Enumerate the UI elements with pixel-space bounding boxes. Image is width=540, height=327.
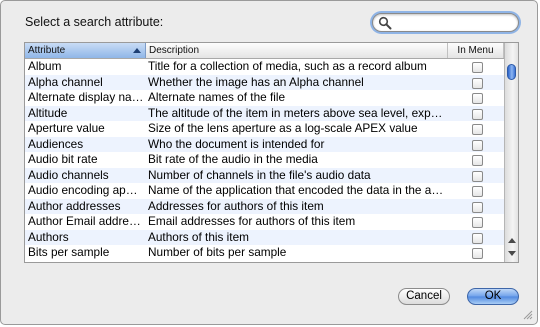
table-row[interactable]: Aperture value Size of the lens aperture … — [25, 121, 504, 137]
attribute-name: Audio encoding appl… — [28, 183, 144, 197]
attribute-name: Author Email addresses — [28, 214, 144, 228]
attribute-name: Bits per sample — [28, 245, 110, 259]
table-body: Album Title for a collection of media, su… — [25, 59, 504, 261]
cancel-button[interactable]: Cancel — [398, 288, 450, 305]
in-menu-checkbox[interactable] — [472, 108, 483, 120]
search-attribute-dialog: Select a search attribute: Attribute Des… — [0, 0, 538, 325]
table-row[interactable]: Audio channels Number of channels in the … — [25, 167, 504, 183]
search-input[interactable] — [393, 15, 513, 30]
attribute-name: Album — [28, 59, 62, 73]
attribute-description: Addresses for authors of this item — [148, 198, 324, 213]
attribute-description: Name of the application that encoded the… — [148, 183, 445, 197]
attribute-description: Alternate names of the file — [148, 90, 286, 104]
attribute-description: Authors of this item — [148, 229, 249, 244]
column-header-description-label: Description — [149, 45, 200, 56]
in-menu-checkbox[interactable] — [472, 170, 483, 182]
attribute-name: Authors — [28, 229, 69, 244]
in-menu-checkbox[interactable] — [472, 93, 483, 104]
table-header: Attribute Description In Menu — [25, 43, 504, 59]
sort-ascending-icon — [133, 48, 141, 53]
attribute-description: Who the document is intended for — [148, 136, 325, 151]
ok-button[interactable]: OK — [467, 288, 519, 305]
attribute-name: Author addresses — [28, 198, 121, 213]
table-row[interactable]: Audiences Who the document is intended fo… — [25, 136, 504, 152]
dialog-prompt: Select a search attribute: — [25, 15, 164, 29]
attribute-description: Number of channels in the file's audio d… — [148, 167, 371, 182]
table-row[interactable]: Alpha channel Whether the image has an Al… — [25, 74, 504, 90]
attribute-name: Altitude — [28, 105, 68, 120]
in-menu-checkbox[interactable] — [472, 232, 483, 244]
vertical-scrollbar[interactable] — [504, 43, 518, 262]
column-header-in-menu-label: In Menu — [457, 45, 494, 56]
attribute-name: Alternate display na… — [28, 90, 144, 104]
table-row[interactable]: Audio encoding appl… Name of the applicat… — [25, 183, 504, 199]
table-row[interactable]: Author Email addresses Email addresses fo… — [25, 214, 504, 230]
in-menu-checkbox[interactable] — [472, 155, 483, 166]
column-header-attribute-label: Attribute — [28, 45, 66, 56]
in-menu-checkbox[interactable] — [472, 139, 483, 151]
in-menu-checkbox[interactable] — [472, 186, 483, 197]
in-menu-checkbox[interactable] — [472, 124, 483, 135]
attribute-description: The altitude of the item in meters above… — [148, 105, 445, 120]
table-row[interactable]: Altitude The altitude of the item in mete… — [25, 105, 504, 121]
table-row[interactable]: Authors Authors of this item — [25, 229, 504, 245]
search-field[interactable] — [372, 13, 519, 32]
column-header-description[interactable]: Description — [146, 43, 448, 58]
search-icon — [378, 16, 392, 30]
attribute-description: Whether the image has an Alpha channel — [148, 74, 364, 89]
table-row[interactable]: Bits per sample Number of bits per sample — [25, 245, 504, 261]
attribute-name: Aperture value — [28, 121, 105, 135]
attribute-name: Alpha channel — [28, 74, 103, 89]
attribute-description: Size of the lens aperture as a log-scale… — [148, 121, 418, 135]
table-row[interactable]: Alternate display na… Alternate names of … — [25, 90, 504, 106]
scroll-up-arrow-icon[interactable] — [508, 238, 516, 243]
scrollbar-thumb[interactable] — [507, 64, 516, 80]
attribute-name: Audiences — [28, 136, 84, 151]
resize-grip-icon[interactable] — [523, 310, 533, 320]
attribute-description: Title for a collection of media, such as… — [148, 59, 427, 73]
table-row[interactable]: Author addresses Addresses for authors of… — [25, 198, 504, 214]
table-row[interactable]: Album Title for a collection of media, su… — [25, 59, 504, 75]
scroll-down-arrow-icon[interactable] — [508, 251, 516, 256]
in-menu-checkbox[interactable] — [472, 62, 483, 73]
in-menu-checkbox[interactable] — [472, 201, 483, 213]
attribute-name: Audio bit rate — [28, 152, 98, 166]
in-menu-checkbox[interactable] — [472, 248, 483, 259]
attribute-name: Audio channels — [28, 167, 109, 182]
attribute-description: Bit rate of the audio in the media — [148, 152, 318, 166]
in-menu-checkbox[interactable] — [472, 77, 483, 89]
attribute-description: Email addresses for authors of this item — [148, 214, 356, 228]
attribute-description: Number of bits per sample — [148, 245, 287, 259]
column-header-attribute[interactable]: Attribute — [25, 43, 146, 58]
column-header-in-menu[interactable]: In Menu — [448, 43, 504, 58]
table-row[interactable]: Audio bit rate Bit rate of the audio in t… — [25, 152, 504, 168]
in-menu-checkbox[interactable] — [472, 217, 483, 228]
attribute-table: Attribute Description In Menu Album Title… — [24, 42, 519, 263]
